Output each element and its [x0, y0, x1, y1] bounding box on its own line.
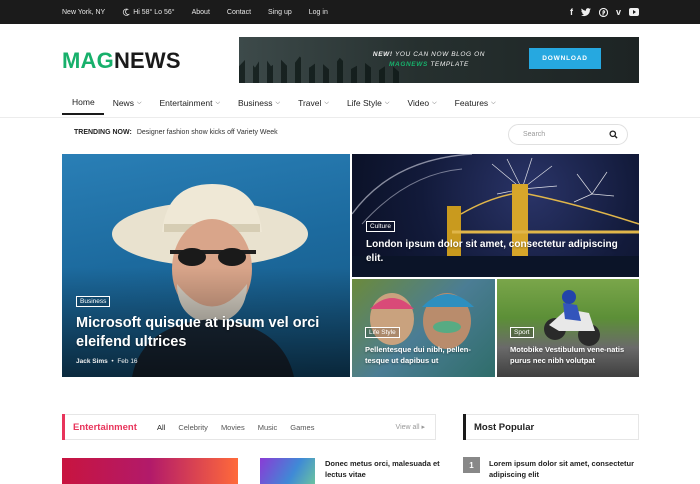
tab-all[interactable]: All: [157, 423, 165, 432]
social-links: f v: [570, 0, 639, 24]
nav-item-label: Features: [454, 98, 489, 108]
banner-brand: MAGNEWS: [389, 61, 428, 68]
banner-new-label: NEW!: [372, 51, 393, 58]
category-tag-life-style[interactable]: Life Style: [365, 327, 400, 338]
nav-item-label: News: [112, 98, 134, 108]
search-icon[interactable]: [609, 130, 618, 139]
chevron-down-icon: ⌵: [136, 99, 142, 106]
search-box[interactable]: Search: [508, 124, 628, 145]
moon-icon: [123, 8, 131, 16]
nav-item-entertainment[interactable]: Entertainment ⌵: [151, 91, 229, 115]
entertainment-section-header: Entertainment All Celebrity Movies Music…: [62, 414, 436, 440]
trending-headline[interactable]: Designer fashion show kicks off Variety …: [137, 129, 278, 136]
download-button[interactable]: DOWNLOAD: [529, 48, 601, 69]
twitter-icon[interactable]: [580, 7, 591, 17]
author-name[interactable]: Jack Sims: [76, 358, 108, 365]
most-popular-header: Most Popular: [463, 414, 639, 440]
nav-item-label: Life Style: [346, 98, 382, 108]
featured-article-lifestyle[interactable]: Life Style Pellentesque dui nibh, pellen…: [352, 279, 495, 377]
chevron-down-icon: ⌵: [275, 99, 281, 106]
nav-item-label: Travel: [298, 98, 322, 108]
chevron-down-icon: ⌵: [491, 99, 496, 106]
about-link[interactable]: About: [192, 9, 210, 16]
nav-divider: [0, 117, 700, 118]
section-title[interactable]: Entertainment: [73, 422, 157, 433]
nav-item-business[interactable]: Business ⌵: [229, 91, 289, 115]
section-accent-bar: [463, 414, 466, 440]
tab-music[interactable]: Music: [258, 423, 278, 432]
login-link[interactable]: Log in: [309, 9, 328, 16]
chevron-down-icon: ⌵: [324, 99, 329, 106]
header-banner-ad[interactable]: NEW! YOU CAN NOW BLOG ON MAGNEWS TEMPLAT…: [239, 37, 639, 83]
view-all-link[interactable]: View all ▸: [396, 423, 425, 431]
chevron-right-icon: ▸: [421, 424, 425, 431]
popular-rank-badge: 1: [463, 457, 480, 473]
category-tag-sport[interactable]: Sport: [510, 327, 534, 338]
trending-bar: TRENDING NOW: Designer fashion show kick…: [74, 129, 278, 136]
category-tag-culture[interactable]: Culture: [366, 221, 395, 232]
article-meta: Jack Sims • Feb 16: [76, 358, 138, 365]
pinterest-icon[interactable]: [598, 7, 608, 17]
category-tag-business[interactable]: Business: [76, 296, 111, 307]
tab-celebrity[interactable]: Celebrity: [178, 423, 208, 432]
featured-article-sport[interactable]: Sport Motobike Vestibulum vene-natis pur…: [497, 279, 639, 377]
banner-line2: TEMPLATE: [430, 61, 469, 68]
nav-item-label: Entertainment: [159, 98, 213, 108]
featured-article-main[interactable]: Business Microsoft quisque at ipsum vel …: [62, 154, 350, 377]
weather-text: Hi 58° Lo 56°: [133, 8, 175, 16]
nav-item-travel[interactable]: Travel ⌵: [289, 91, 338, 115]
popular-article-title[interactable]: Lorem ipsum dolor sit amet, consectetur …: [489, 458, 641, 480]
entertainment-article-title[interactable]: Donec metus orci, malesuada et lectus vi…: [325, 458, 445, 480]
tab-movies[interactable]: Movies: [221, 423, 245, 432]
logo-mag-text: MAG: [62, 48, 114, 73]
view-all-label: View all: [395, 424, 420, 431]
culture-headline[interactable]: London ipsum dolor sit amet, consectetur…: [366, 238, 626, 266]
section-title: Most Popular: [474, 421, 535, 433]
nav-item-life-style[interactable]: Life Style ⌵: [338, 91, 399, 115]
banner-line1: YOU CAN NOW BLOG ON: [394, 51, 486, 58]
nav-item-news[interactable]: News ⌵: [104, 91, 151, 115]
main-nav: Home News ⌵ Entertainment ⌵ Business ⌵ Trav…: [62, 91, 639, 117]
nav-item-video[interactable]: Video ⌵: [398, 91, 445, 115]
nav-item-home[interactable]: Home: [62, 91, 104, 115]
site-logo[interactable]: MAGNEWS: [62, 48, 181, 74]
featured-article-culture[interactable]: Culture London ipsum dolor sit amet, con…: [352, 154, 639, 277]
banner-text: NEW! YOU CAN NOW BLOG ON MAGNEWS TEMPLAT…: [339, 50, 519, 70]
facebook-icon[interactable]: f: [570, 7, 573, 17]
entertainment-thumb-image[interactable]: [260, 458, 315, 484]
entertainment-lead-image[interactable]: [62, 458, 238, 484]
top-bar: New York, NY Hi 58° Lo 56° About Contact…: [0, 0, 700, 24]
youtube-icon[interactable]: [629, 8, 639, 16]
contact-link[interactable]: Contact: [227, 9, 251, 16]
chevron-down-icon: ⌵: [384, 99, 390, 106]
trending-label: TRENDING NOW:: [74, 129, 132, 136]
chevron-down-icon: ⌵: [215, 99, 220, 106]
logo-news-text: NEWS: [113, 48, 181, 73]
tab-games[interactable]: Games: [290, 423, 314, 432]
weather-widget: Hi 58° Lo 56°: [122, 8, 175, 16]
signup-link[interactable]: Sing up: [268, 9, 292, 16]
lifestyle-headline[interactable]: Pellentesque dui nibh, pellen-tesque ut …: [365, 344, 493, 366]
top-bar-left: New York, NY Hi 58° Lo 56° About Contact…: [62, 0, 328, 24]
publish-date: Feb 16: [117, 358, 138, 365]
vimeo-icon[interactable]: v: [616, 7, 621, 17]
nav-item-label: Business: [238, 98, 273, 108]
search-input[interactable]: Search: [523, 131, 545, 138]
nav-item-features[interactable]: Features ⌵: [446, 91, 505, 115]
nav-item-label: Video: [407, 98, 430, 108]
nav-item-label: Home: [72, 97, 95, 107]
entertainment-tabs: All Celebrity Movies Music Games: [157, 423, 314, 432]
sport-headline[interactable]: Motobike Vestibulum vene-natis purus nec…: [510, 344, 634, 366]
section-accent-bar: [62, 414, 65, 440]
chevron-down-icon: ⌵: [432, 99, 437, 106]
featured-headline[interactable]: Microsoft quisque at ipsum vel orci elei…: [76, 314, 346, 352]
location-text: New York, NY: [62, 8, 106, 16]
